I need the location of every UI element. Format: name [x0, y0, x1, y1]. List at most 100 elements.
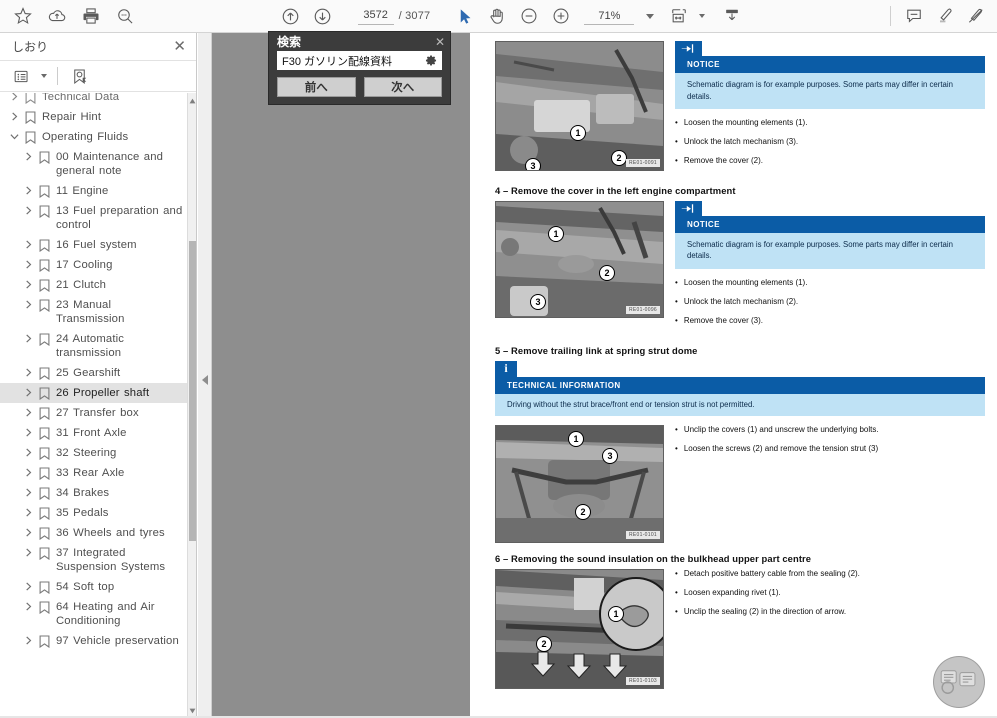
sidebar-item-00-maintenance-and-general-note[interactable]: 00 Maintenance and general note [0, 147, 187, 181]
sidebar-item-operating-fluids[interactable]: Operating Fluids [0, 127, 187, 147]
fit-page-chevron-icon[interactable] [699, 14, 706, 18]
sidebar-item-23-manual-transmission[interactable]: 23 Manual Transmission [0, 295, 187, 329]
chevron-right-icon[interactable] [20, 238, 36, 249]
chevron-right-icon[interactable] [20, 406, 36, 417]
chevron-right-icon[interactable] [20, 298, 36, 309]
bullet-text: Loosen the screws (2) and remove the ten… [683, 444, 879, 454]
circular-logo-watermark[interactable] [933, 656, 985, 708]
zoom-level-control[interactable] [584, 7, 658, 25]
sidebar-item-64-heating-and-air-conditioning[interactable]: 64 Heating and Air Conditioning [0, 597, 187, 631]
chevron-right-icon[interactable] [6, 110, 22, 121]
list-options-icon[interactable] [10, 64, 33, 88]
chevron-down-icon[interactable] [41, 74, 47, 78]
chevron-right-icon[interactable] [20, 426, 36, 437]
chevron-right-icon[interactable] [20, 526, 36, 537]
splitter-collapse-icon[interactable] [202, 375, 208, 385]
highlight-pen-icon[interactable] [930, 2, 960, 30]
sidebar-item-24-automatic-transmission[interactable]: 24 Automatic transmission [0, 329, 187, 363]
sidebar-scrollbar[interactable] [187, 93, 196, 718]
bookmark-star-icon[interactable] [8, 2, 38, 30]
scrollbar-thumb[interactable] [189, 241, 196, 541]
chevron-right-icon[interactable] [20, 546, 36, 557]
sidebar-item-26-propeller-shaft[interactable]: 26 Propeller shaft [0, 383, 187, 403]
fit-page-icon[interactable] [664, 2, 694, 30]
sidebar-item-17-cooling[interactable]: 17 Cooling [0, 255, 187, 275]
sidebar-item-35-pedals[interactable]: 35 Pedals [0, 503, 187, 523]
page-number-input[interactable] [357, 7, 394, 25]
sidebar-item-13-fuel-preparation-and-control[interactable]: 13 Fuel preparation and control [0, 201, 187, 235]
find-bookmark-icon[interactable] [68, 64, 91, 88]
instruction-list: • Loosen the mounting elements (1). • Unlo… [675, 278, 985, 326]
chevron-right-icon[interactable] [20, 366, 36, 377]
next-page-icon[interactable] [308, 2, 338, 30]
sidebar-item-label: 35 Pedals [56, 507, 109, 519]
close-icon[interactable]: ✕ [435, 36, 445, 48]
document-section: 1 2 3 RE01-0096 NOTICE Schematic diagram… [495, 200, 985, 335]
bookmark-tree[interactable]: Technical Data Repair Hint Operating Fluid… [0, 93, 187, 718]
bookmark-icon [36, 298, 53, 312]
search-input[interactable] [282, 54, 425, 67]
chevron-down-icon[interactable] [6, 130, 22, 141]
chevron-right-icon[interactable] [20, 386, 36, 397]
chevron-right-icon[interactable] [20, 150, 36, 161]
comment-icon[interactable] [899, 2, 929, 30]
chevron-right-icon[interactable] [6, 93, 22, 101]
chevron-right-icon[interactable] [20, 634, 36, 645]
zoom-out-icon[interactable] [514, 2, 544, 30]
zoom-in-icon[interactable] [546, 2, 576, 30]
bookmark-icon [36, 204, 53, 218]
bookmark-icon [36, 546, 53, 560]
search-previous-button[interactable]: 前へ [277, 77, 356, 97]
signature-icon[interactable] [961, 2, 991, 30]
cloud-upload-icon[interactable] [42, 2, 72, 30]
sidebar-item-31-front-axle[interactable]: 31 Front Axle [0, 423, 187, 443]
sidebar-item-16-fuel-system[interactable]: 16 Fuel system [0, 235, 187, 255]
chevron-right-icon[interactable] [20, 332, 36, 343]
chevron-right-icon[interactable] [20, 184, 36, 195]
previous-page-icon[interactable] [276, 2, 306, 30]
scroll-down-icon[interactable] [188, 705, 197, 716]
close-icon[interactable]: ✕ [173, 39, 186, 54]
chevron-right-icon[interactable] [20, 486, 36, 497]
chevron-right-icon[interactable] [20, 258, 36, 269]
sidebar-item-21-clutch[interactable]: 21 Clutch [0, 275, 187, 295]
photo-watermark: RE01-0096 [626, 305, 660, 314]
bookmark-icon [22, 130, 39, 144]
sidebar-item-repair-hint[interactable]: Repair Hint [0, 107, 187, 127]
chevron-right-icon[interactable] [20, 204, 36, 215]
chevron-right-icon[interactable] [20, 466, 36, 477]
document-viewport[interactable]: 1 2 3 RE01-0091 NOTICE Schematic diagram… [471, 33, 997, 718]
pane-splitter[interactable] [198, 33, 212, 718]
download-icon[interactable] [717, 2, 747, 30]
sidebar-item-technical-data[interactable]: Technical Data [0, 93, 187, 107]
sidebar-item-36-wheels-and-tyres[interactable]: 36 Wheels and tyres [0, 523, 187, 543]
bookmark-icon [36, 150, 53, 164]
sidebar-item-32-steering[interactable]: 32 Steering [0, 443, 187, 463]
sidebar-item-37-integrated-suspension-systems[interactable]: 37 Integrated Suspension Systems [0, 543, 187, 577]
sidebar-item-25-gearshift[interactable]: 25 Gearshift [0, 363, 187, 383]
list-item: • Loosen the mounting elements (1). [675, 118, 808, 128]
chevron-right-icon[interactable] [20, 278, 36, 289]
hand-tool-icon[interactable] [482, 2, 512, 30]
chevron-right-icon[interactable] [20, 600, 36, 611]
print-icon[interactable] [76, 2, 106, 30]
chevron-right-icon[interactable] [20, 580, 36, 591]
sidebar-item-97-vehicle-preservation[interactable]: 97 Vehicle preservation [0, 631, 187, 651]
chevron-right-icon[interactable] [20, 506, 36, 517]
search-icon[interactable] [110, 2, 140, 30]
chevron-right-icon[interactable] [20, 446, 36, 457]
select-cursor-icon[interactable] [450, 2, 480, 30]
sidebar-item-27-transfer-box[interactable]: 27 Transfer box [0, 403, 187, 423]
scroll-up-icon[interactable] [188, 95, 197, 106]
search-next-button[interactable]: 次へ [363, 77, 442, 97]
sidebar-item-11-engine[interactable]: 11 Engine [0, 181, 187, 201]
bookmark-icon [36, 446, 53, 460]
sidebar-item-33-rear-axle[interactable]: 33 Rear Axle [0, 463, 187, 483]
sidebar-item-54-soft-top[interactable]: 54 Soft top [0, 577, 187, 597]
photo-callout-3: 3 [530, 293, 546, 310]
sidebar-item-34-brakes[interactable]: 34 Brakes [0, 483, 187, 503]
zoom-level-input[interactable] [584, 7, 635, 25]
settings-gear-icon[interactable] [425, 54, 438, 67]
section-photo: 1 2 3 RE01-0096 [495, 200, 664, 318]
chevron-down-icon[interactable] [646, 13, 655, 19]
